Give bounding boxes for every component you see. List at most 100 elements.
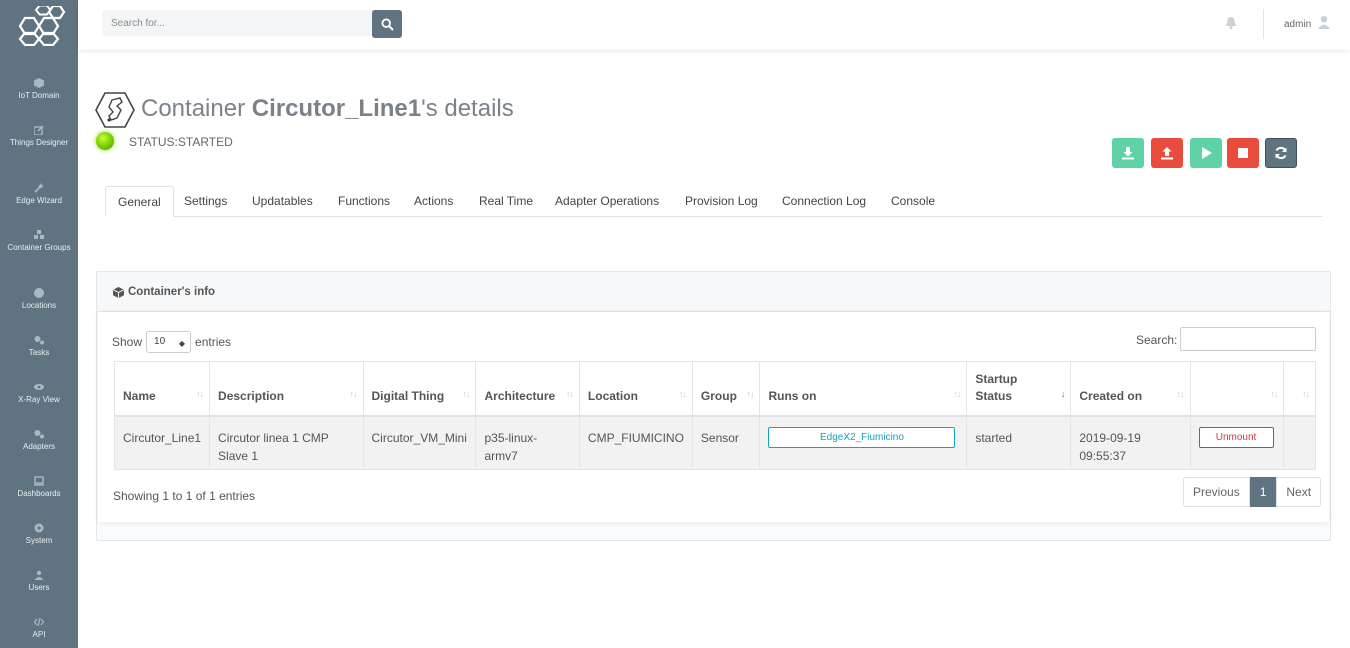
upload-icon bbox=[1161, 147, 1173, 160]
cell-digital-thing: Circutor_VM_Mini bbox=[362, 415, 477, 470]
entries-label: entries bbox=[195, 335, 232, 349]
user-name[interactable]: admin bbox=[1284, 19, 1311, 30]
title-suffix: 's details bbox=[421, 95, 514, 122]
entries-value: 10 bbox=[154, 336, 166, 347]
refresh-button[interactable] bbox=[1265, 138, 1297, 168]
cubes-icon bbox=[34, 230, 44, 239]
bell-icon[interactable] bbox=[1224, 16, 1238, 30]
sidebar-item-label: Container Groups bbox=[7, 243, 71, 252]
magic-icon bbox=[34, 183, 44, 193]
play-button[interactable] bbox=[1190, 138, 1222, 168]
app-logo[interactable] bbox=[10, 6, 68, 46]
tab-connection-log[interactable]: Connection Log bbox=[782, 186, 866, 217]
cell-description: Circutor linea 1 CMP Slave 1 bbox=[209, 415, 364, 470]
pagination: Previous 1 Next bbox=[1183, 477, 1322, 507]
code-icon bbox=[34, 617, 44, 627]
search-button[interactable] bbox=[372, 10, 402, 38]
sidebar-item-label: Adapters bbox=[22, 442, 56, 451]
col-action[interactable]: ↑↓ bbox=[1189, 361, 1285, 417]
tab-actions[interactable]: Actions bbox=[414, 186, 453, 217]
topbar: admin bbox=[78, 0, 1350, 50]
play-icon bbox=[1202, 147, 1212, 159]
tab-console[interactable]: Console bbox=[891, 186, 935, 217]
upload-button[interactable] bbox=[1151, 138, 1183, 168]
col-description[interactable]: Description ↑↓ bbox=[209, 361, 364, 417]
col-runs-on[interactable]: Runs on ↑↓ bbox=[759, 361, 968, 417]
sidebar-item-x-ray-view[interactable]: X-Ray View bbox=[0, 382, 78, 406]
cogs-icon bbox=[34, 430, 44, 439]
col-startup-status[interactable]: Startup Status ↓ bbox=[966, 361, 1072, 417]
gear-icon bbox=[34, 523, 44, 533]
stop-button[interactable] bbox=[1227, 138, 1259, 168]
cell-created-on: 2019-09-19 09:55:37 bbox=[1070, 415, 1191, 470]
globe-icon bbox=[34, 288, 44, 298]
search-input[interactable] bbox=[102, 10, 374, 36]
users-icon bbox=[34, 570, 44, 580]
sort-icon: ↑↓ bbox=[196, 388, 204, 399]
download-icon bbox=[1122, 147, 1134, 160]
tabs-bar: General Settings Updatables Functions Ac… bbox=[105, 186, 1322, 217]
col-architecture[interactable]: Architecture ↑↓ bbox=[475, 361, 580, 417]
col-extra[interactable]: ↑↓ bbox=[1283, 361, 1316, 417]
eye-icon bbox=[34, 384, 44, 390]
sidebar-item-locations[interactable]: Locations bbox=[0, 288, 78, 312]
card-header: Container's info bbox=[97, 272, 1330, 312]
sort-icon: ↑↓ bbox=[1302, 388, 1310, 399]
sort-icon: ↑↓ bbox=[953, 388, 961, 399]
sidebar-item-dashboards[interactable]: Dashboards bbox=[0, 476, 78, 500]
sidebar-item-system[interactable]: System bbox=[0, 523, 78, 547]
tab-provision-log[interactable]: Provision Log bbox=[685, 186, 758, 217]
entries-select[interactable]: 10 ◆ bbox=[146, 331, 192, 353]
table-row: Circutor_Line1 Circutor linea 1 CMP Slav… bbox=[113, 415, 1316, 470]
tab-adapter-operations[interactable]: Adapter Operations bbox=[555, 186, 659, 217]
unmount-button[interactable]: Unmount bbox=[1198, 426, 1274, 448]
pagination-page-1[interactable]: 1 bbox=[1249, 477, 1277, 507]
sidebar-item-container-groups[interactable]: Container Groups bbox=[0, 230, 78, 254]
sidebar-item-label: Edge Wizard bbox=[16, 196, 62, 205]
col-location[interactable]: Location ↑↓ bbox=[578, 361, 693, 417]
col-name[interactable]: Name ↑↓ bbox=[113, 361, 211, 417]
sidebar-item-iot-domain[interactable]: IoT Domain bbox=[0, 78, 78, 102]
sidebar-item-label: Users bbox=[28, 583, 50, 592]
cell-name: Circutor_Line1 bbox=[113, 415, 211, 470]
sort-icon: ↑↓ bbox=[349, 388, 358, 399]
sidebar-item-edge-wizard[interactable]: Edge Wizard bbox=[0, 183, 78, 207]
select-arrows-icon: ◆ bbox=[178, 339, 186, 348]
table-search-label: Search: bbox=[1136, 333, 1178, 347]
tab-functions[interactable]: Functions bbox=[338, 186, 390, 217]
status-indicator bbox=[96, 132, 114, 150]
sidebar-item-things-designer[interactable]: Things Designer bbox=[0, 125, 78, 149]
user-icon[interactable] bbox=[1317, 15, 1331, 29]
refresh-icon bbox=[1275, 146, 1287, 160]
col-created-on[interactable]: Created on ↑↓ bbox=[1070, 361, 1191, 417]
container-table: Name ↑↓ Description ↑↓ Digital Thing ↑↓ Arc… bbox=[113, 361, 1316, 470]
cube-icon bbox=[113, 286, 124, 298]
table-header-row: Name ↑↓ Description ↑↓ Digital Thing ↑↓ Arc… bbox=[113, 361, 1316, 417]
card-title: Container's info bbox=[113, 286, 215, 298]
download-button[interactable] bbox=[1112, 138, 1144, 168]
sort-icon: ↑↓ bbox=[462, 388, 470, 399]
sidebar-item-api[interactable]: API bbox=[0, 617, 78, 641]
tab-updatables[interactable]: Updatables bbox=[252, 186, 313, 217]
tab-general[interactable]: General bbox=[105, 186, 174, 217]
pagination-next[interactable]: Next bbox=[1276, 477, 1322, 507]
topbar-divider bbox=[1263, 9, 1264, 39]
sidebar-item-label: Locations bbox=[21, 301, 57, 310]
sidebar-item-label: System bbox=[25, 536, 53, 545]
cell-location: CMP_FIUMICINO bbox=[578, 415, 693, 470]
table-search-input[interactable] bbox=[1180, 327, 1316, 351]
sidebar-item-users[interactable]: Users bbox=[0, 570, 78, 594]
edit-icon bbox=[34, 125, 44, 135]
sidebar-item-adapters[interactable]: Adapters bbox=[0, 429, 78, 453]
sidebar: IoT Domain Things Designer Edge Wizard C… bbox=[0, 0, 78, 648]
sidebar-item-tasks[interactable]: Tasks bbox=[0, 335, 78, 359]
sort-icon: ↑↓ bbox=[565, 388, 574, 399]
tab-settings[interactable]: Settings bbox=[184, 186, 227, 217]
col-digital-thing[interactable]: Digital Thing ↑↓ bbox=[362, 361, 477, 417]
runs-on-button[interactable]: EdgeX2_Fiumicino bbox=[768, 426, 956, 448]
title-container-name: Circutor_Line1 bbox=[251, 95, 422, 122]
tab-real-time[interactable]: Real Time bbox=[479, 186, 533, 217]
laptop-icon bbox=[34, 476, 44, 486]
col-group[interactable]: Group ↑↓ bbox=[691, 361, 761, 417]
pagination-previous[interactable]: Previous bbox=[1183, 477, 1250, 507]
